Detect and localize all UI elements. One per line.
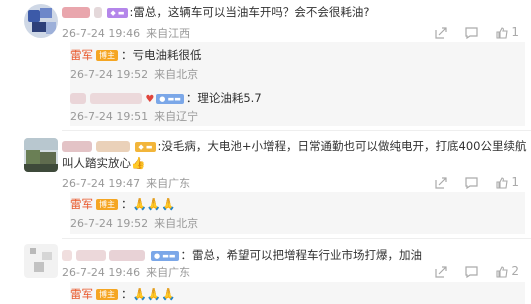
vip-badge-icon: ◆ ▬: [135, 141, 156, 152]
location: 来自广东: [146, 266, 191, 279]
location: 来自辽宁: [154, 110, 199, 123]
avatar[interactable]: [24, 138, 58, 172]
comment-icon[interactable]: [465, 264, 478, 278]
vip-badge-icon: ◆ ▬: [107, 7, 128, 18]
like-count: 2: [511, 264, 519, 278]
comment-meta: 26-7-24 19:46 来自江西: [62, 27, 196, 41]
comment-text: ：雷总，希望可以把增程车行业市场打爆，加油: [180, 248, 423, 262]
timestamp: 26-7-24 19:46: [62, 27, 141, 40]
username[interactable]: [62, 141, 92, 152]
username[interactable]: [70, 93, 86, 104]
share-icon[interactable]: [435, 25, 447, 39]
username-leijun[interactable]: 雷军: [70, 287, 93, 301]
comment-actions: 1: [421, 25, 519, 39]
blogger-badge: 博主: [96, 50, 118, 61]
heart-icon: ♥: [145, 94, 155, 105]
reply-box: 雷军 博主 ：🙏🙏🙏 26-7-24 19:52 来自北京: [70, 192, 525, 234]
username[interactable]: [89, 93, 142, 104]
comment-text: :雷总，这辆车可以当油车开吗？会不会很耗油?: [129, 5, 370, 19]
username[interactable]: [62, 250, 72, 261]
comment-line: ◆ ▬:雷总，这辆车可以当油车开吗？会不会很耗油?: [62, 4, 370, 20]
vip-badge-icon: ● ▬▬: [156, 93, 184, 104]
username[interactable]: [93, 7, 102, 18]
username[interactable]: [75, 250, 106, 261]
blogger-badge: 博主: [96, 289, 118, 300]
like-button[interactable]: 1: [495, 175, 519, 189]
comment-meta: 26-7-24 19:46 来自广东: [62, 266, 196, 280]
comment-meta: 26-7-24 19:47 来自广东: [62, 177, 196, 191]
timestamp: 26-7-24 19:52: [70, 68, 149, 81]
divider: [62, 130, 531, 131]
username[interactable]: [95, 141, 130, 152]
comment-line-2: 叫人踏实放心👍: [62, 155, 145, 171]
like-button[interactable]: 2: [495, 264, 519, 278]
like-count: 1: [511, 175, 519, 189]
like-count: 1: [511, 25, 519, 39]
reply-text: ：🙏🙏🙏: [121, 197, 176, 211]
username[interactable]: [62, 7, 90, 18]
comment-line: ◆ ▬:没毛病，大电池+小增程，日常通勤也可以做纯电开，打底400公里续航: [62, 138, 527, 154]
reply-line: ♥ ● ▬▬ ：理论油耗5.7: [70, 90, 262, 108]
avatar[interactable]: [24, 244, 58, 278]
comment-actions: 2: [421, 264, 519, 278]
comment-icon[interactable]: [465, 25, 478, 39]
username-leijun[interactable]: 雷军: [70, 197, 93, 211]
comment-actions: 1: [421, 175, 519, 189]
reply-line: 雷军 博主 ：🙏🙏🙏: [70, 286, 175, 302]
timestamp: 26-7-24 19:47: [62, 177, 141, 190]
comment-text: :没毛病，大电池+小增程，日常通勤也可以做纯电开，打底400公里续航: [157, 139, 527, 153]
like-button[interactable]: 1: [495, 25, 519, 39]
reply-text: ：🙏🙏🙏: [121, 287, 176, 301]
username-leijun[interactable]: 雷军: [70, 48, 93, 62]
comment-text: 叫人踏实放心👍: [62, 156, 146, 170]
share-icon[interactable]: [435, 175, 447, 189]
reply-meta: 26-7-24 19:52 来自北京: [70, 68, 204, 82]
timestamp: 26-7-24 19:52: [70, 217, 149, 230]
timestamp: 26-7-24 19:46: [62, 266, 141, 279]
reply-text: ：理论油耗5.7: [185, 91, 262, 105]
location: 来自北京: [154, 68, 199, 81]
comment-icon[interactable]: [465, 175, 478, 189]
reply-text: ：亏电油耗很低: [121, 48, 202, 62]
reply-line: 雷军 博主 ：亏电油耗很低: [70, 47, 202, 63]
location: 来自北京: [154, 217, 199, 230]
username[interactable]: [109, 250, 146, 261]
timestamp: 26-7-24 19:51: [70, 110, 149, 123]
share-icon[interactable]: [435, 264, 447, 278]
reply-meta: 26-7-24 19:51 来自辽宁: [70, 110, 204, 124]
divider: [62, 238, 531, 239]
comment-line: ● ▬▬ ：雷总，希望可以把增程车行业市场打爆，加油: [62, 247, 422, 263]
location: 来自广东: [146, 177, 191, 190]
vip-badge-icon: ● ▬▬: [150, 250, 179, 261]
blogger-badge: 博主: [96, 199, 118, 210]
reply-box: 雷军 博主 ：亏电油耗很低 26-7-24 19:52 来自北京 ♥ ● ▬▬ ：理论油耗…: [70, 42, 525, 126]
reply-meta: 26-7-24 19:52 来自北京: [70, 217, 204, 231]
reply-line: 雷军 博主 ：🙏🙏🙏: [70, 196, 175, 212]
reply-box: 雷军 博主 ：🙏🙏🙏: [70, 282, 525, 304]
avatar[interactable]: [24, 4, 58, 38]
location: 来自江西: [146, 27, 191, 40]
